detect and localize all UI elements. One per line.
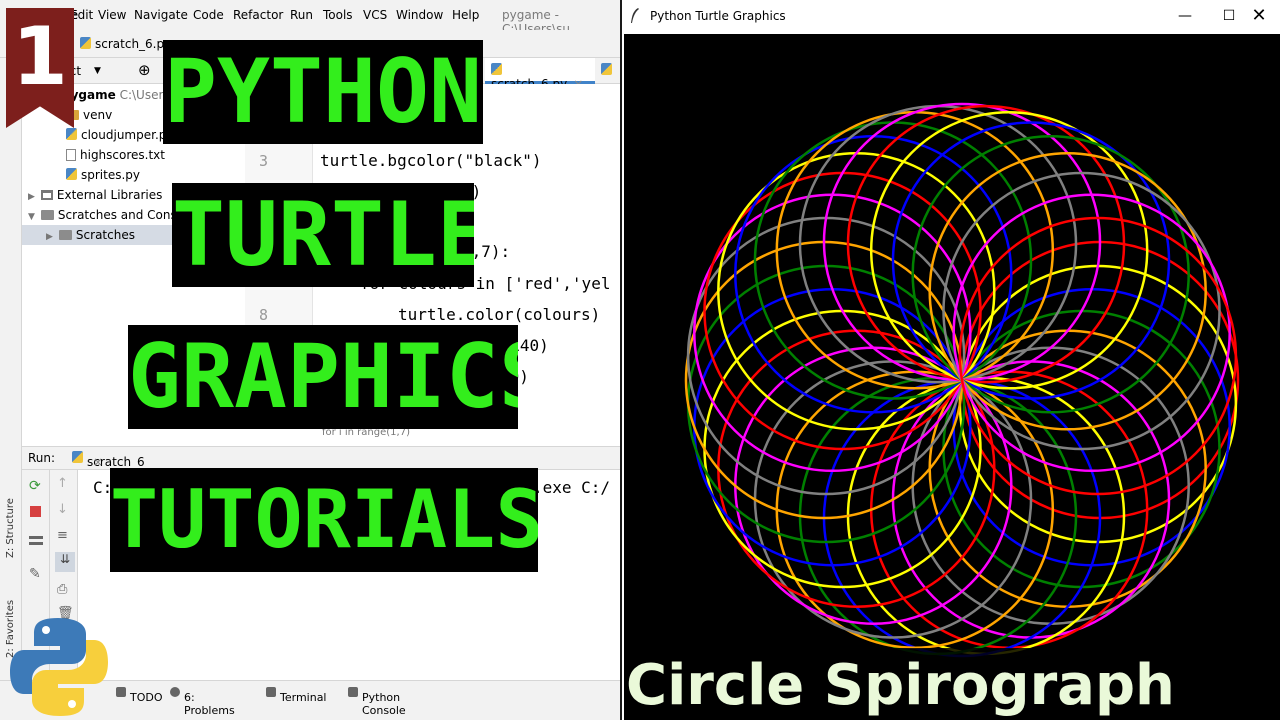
terminal-label: Terminal bbox=[280, 691, 327, 704]
title-line-2: TURTLE bbox=[172, 183, 474, 287]
video-thumbnail: File Edit View Navigate Code Refactor Ru… bbox=[0, 0, 1280, 720]
turtle-canvas bbox=[624, 34, 1280, 720]
line-number: 8 bbox=[258, 306, 268, 324]
library-icon bbox=[40, 190, 53, 200]
title-text: GRAPHICS bbox=[128, 325, 518, 428]
menu-code[interactable]: Code bbox=[193, 8, 224, 22]
close-icon[interactable]: × bbox=[93, 455, 103, 469]
rerun-icon[interactable]: ⟳ bbox=[29, 478, 43, 494]
python-file-icon bbox=[601, 63, 612, 75]
window-title-bar[interactable]: Python Turtle Graphics — ☐ ✕ bbox=[622, 0, 1280, 32]
close-button[interactable]: ✕ bbox=[1236, 4, 1280, 28]
turtle-graphics-window: Python Turtle Graphics — ☐ ✕ bbox=[620, 0, 1280, 720]
folder-icon bbox=[58, 230, 72, 240]
python-logo-icon bbox=[10, 618, 108, 716]
console-line-end: .exe C:/ bbox=[533, 478, 611, 497]
chevron-down-icon[interactable]: ▼ bbox=[28, 212, 35, 222]
arrow-down-icon[interactable]: ↓ bbox=[57, 502, 71, 517]
python-console-label: Python Console bbox=[362, 691, 406, 717]
code-line[interactable]: turtle.bgcolor("black") bbox=[320, 151, 542, 170]
problems-tab[interactable]: 6: Problems bbox=[170, 686, 235, 717]
subtitle-banner: Circle Spirograph bbox=[624, 648, 1175, 720]
tree-item-label: External Libraries bbox=[56, 188, 163, 202]
problems-icon bbox=[170, 687, 180, 697]
code-line[interactable]: turtle.color(colours) bbox=[398, 305, 600, 324]
line-number: 3 bbox=[258, 152, 268, 170]
list-icon bbox=[116, 687, 126, 697]
menu-view[interactable]: View bbox=[98, 8, 126, 22]
todo-label: TODO bbox=[130, 691, 163, 704]
menu-bar: File Edit View Navigate Code Refactor Ru… bbox=[0, 0, 620, 36]
feather-icon bbox=[631, 8, 639, 23]
menu-navigate[interactable]: Navigate bbox=[134, 8, 188, 22]
title-line-4: TUTORIALS bbox=[110, 468, 538, 572]
run-panel-header: Run: scratch_6 × bbox=[22, 446, 620, 470]
title-text: TUTORIALS bbox=[110, 473, 538, 566]
spirograph-drawing bbox=[684, 102, 1240, 658]
python-console-icon bbox=[348, 687, 358, 697]
todo-tab[interactable]: TODO bbox=[116, 686, 163, 704]
menu-window[interactable]: Window bbox=[396, 8, 443, 22]
python-file-icon bbox=[491, 63, 502, 75]
tree-item-external-libraries[interactable]: ▶ External Libraries bbox=[28, 188, 162, 202]
terminal-tab[interactable]: Terminal bbox=[266, 686, 327, 704]
window-title: Python Turtle Graphics bbox=[650, 9, 786, 23]
menu-run[interactable]: Run bbox=[290, 8, 313, 22]
code-text: turtle.bgcolor("black") bbox=[320, 151, 542, 170]
nav-file-name: scratch_6.py bbox=[95, 37, 172, 51]
python-file-icon bbox=[66, 168, 77, 180]
tab-second[interactable] bbox=[601, 63, 616, 77]
title-text: PYTHON bbox=[164, 40, 482, 143]
chevron-right-icon[interactable]: ▶ bbox=[46, 232, 53, 242]
crosshair-icon[interactable]: ⊕ bbox=[138, 61, 151, 79]
tree-item-label: venv bbox=[83, 108, 113, 122]
tree-item-label: cloudjumper.py bbox=[81, 128, 174, 142]
menu-help[interactable]: Help bbox=[452, 8, 479, 22]
print-icon[interactable]: ⎙ bbox=[57, 582, 71, 597]
nav-file-crumb[interactable]: scratch_6.py bbox=[80, 37, 171, 51]
terminal-icon bbox=[266, 687, 276, 697]
tree-item-sprites[interactable]: sprites.py bbox=[66, 168, 140, 182]
python-file-icon bbox=[80, 37, 91, 49]
code-text: turtle.color(colours) bbox=[398, 305, 601, 324]
stop-icon[interactable] bbox=[30, 506, 41, 517]
menu-refactor[interactable]: Refactor bbox=[233, 8, 283, 22]
arrow-up-icon[interactable]: ↑ bbox=[57, 476, 71, 491]
tab-scratch-6[interactable]: scratch_6.py× bbox=[485, 58, 595, 91]
python-console-tab[interactable]: Python Console bbox=[348, 686, 406, 717]
title-text: TURTLE bbox=[172, 183, 474, 286]
tree-item-label: Scratches bbox=[75, 228, 135, 242]
python-file-icon bbox=[66, 128, 77, 140]
problems-label: 6: Problems bbox=[184, 691, 235, 717]
tree-item-label: highscores.txt bbox=[80, 148, 165, 162]
episode-number: 1 bbox=[12, 10, 68, 103]
structure-tool-label[interactable]: Z: Structure bbox=[5, 498, 16, 558]
minimize-button[interactable]: — bbox=[1162, 4, 1208, 28]
tree-item-highscores[interactable]: highscores.txt bbox=[66, 148, 165, 162]
title-line-1: PYTHON bbox=[163, 40, 483, 144]
subtitle-text: Circle Spirograph bbox=[626, 653, 1175, 718]
chevron-right-icon[interactable]: ▶ bbox=[28, 192, 35, 202]
title-line-3: GRAPHICS bbox=[128, 325, 518, 429]
chevron-down-icon[interactable]: ▼ bbox=[94, 66, 101, 76]
text-file-icon bbox=[66, 149, 76, 161]
scratches-icon bbox=[40, 210, 54, 220]
run-label: Run: bbox=[28, 451, 56, 465]
layout-icon[interactable] bbox=[29, 536, 43, 545]
menu-vcs[interactable]: VCS bbox=[363, 8, 387, 22]
menu-tools[interactable]: Tools bbox=[323, 8, 353, 22]
tree-item-cloudjumper[interactable]: cloudjumper.py bbox=[66, 128, 174, 142]
left-tool-strip: Z: Structure 2: Favorites bbox=[0, 58, 22, 698]
tree-item-label: sprites.py bbox=[81, 168, 141, 182]
run-tab[interactable]: scratch_6 × bbox=[72, 451, 145, 469]
pin-icon[interactable]: ✎ bbox=[29, 566, 43, 582]
scroll-to-end-icon[interactable]: ⇊ bbox=[55, 552, 75, 572]
soft-wrap-icon[interactable]: ≡ bbox=[57, 528, 71, 543]
python-file-icon bbox=[72, 451, 83, 463]
